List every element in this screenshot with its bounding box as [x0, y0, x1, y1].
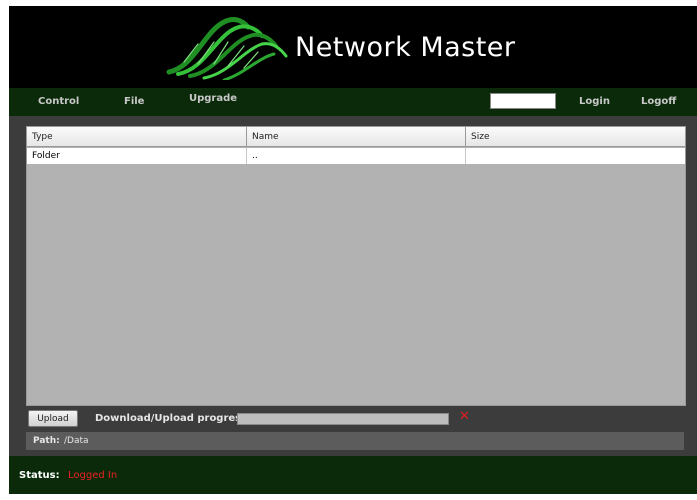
file-browser: Type Name Size Folder .. Upload Download… [9, 116, 697, 456]
status-bar: Status: Logged In [9, 456, 697, 494]
cell-name: .. [247, 148, 466, 164]
close-icon[interactable]: ✕ [459, 409, 470, 424]
path-bar: Path: /Data [26, 432, 684, 450]
cell-type: Folder [27, 148, 247, 164]
status-value: Logged In [68, 470, 118, 481]
nav-control[interactable]: Control [38, 96, 79, 107]
column-header-name[interactable]: Name [247, 127, 466, 147]
app-window: Network Master Control File Upgrade Logi… [9, 6, 697, 494]
nav-file[interactable]: File [124, 96, 144, 107]
column-header-size[interactable]: Size [466, 127, 685, 147]
progress-label: Download/Upload progress: [95, 413, 252, 424]
nav-input[interactable] [490, 93, 556, 109]
status-label: Status: [19, 470, 60, 481]
cell-size [466, 148, 685, 164]
header: Network Master [9, 6, 697, 88]
nav-upgrade[interactable]: Upgrade [189, 93, 237, 104]
progress-bar [237, 413, 449, 425]
login-link[interactable]: Login [579, 96, 610, 107]
logo-icon [166, 17, 288, 80]
file-table: Type Name Size Folder .. [26, 126, 686, 406]
path-label: Path: [33, 436, 60, 446]
logoff-link[interactable]: Logoff [641, 96, 676, 107]
nav-bar: Control File Upgrade Login Logoff [9, 88, 697, 116]
path-value: /Data [64, 436, 89, 446]
app-title: Network Master [295, 32, 516, 63]
column-header-type[interactable]: Type [27, 127, 247, 147]
upload-button[interactable]: Upload [28, 410, 78, 427]
